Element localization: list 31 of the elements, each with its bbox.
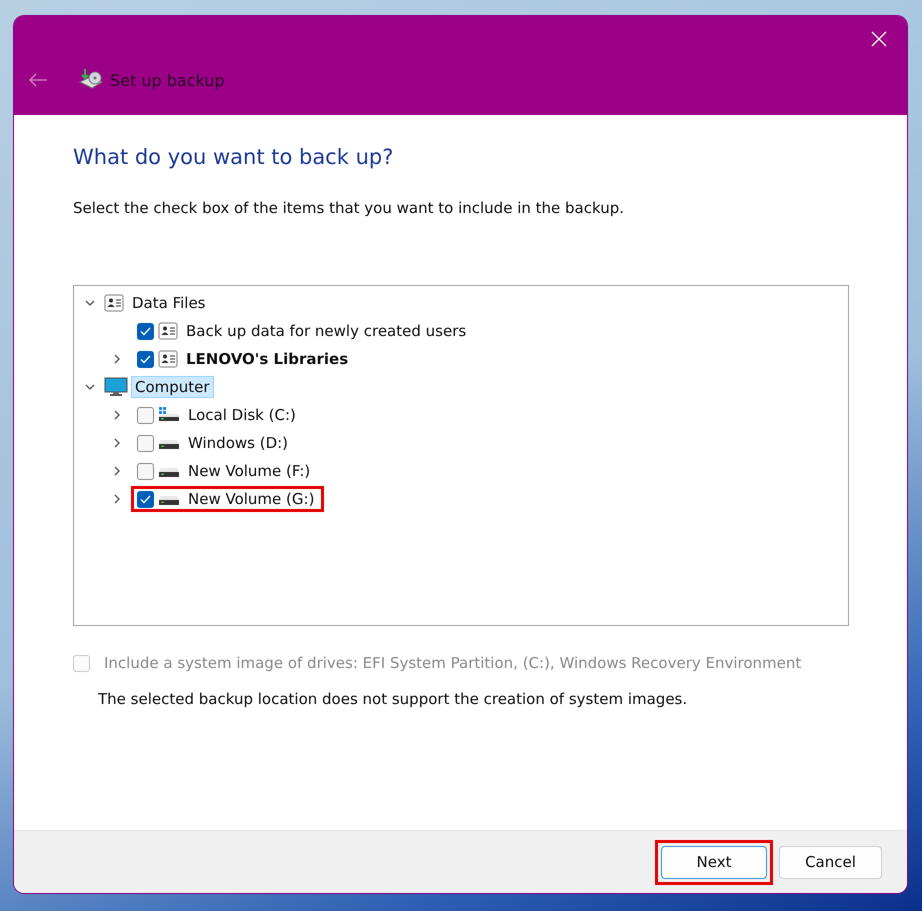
checkbox[interactable] bbox=[137, 462, 154, 480]
note-text: The selected backup location does not support the creation of system images. bbox=[98, 690, 688, 708]
checkbox[interactable] bbox=[137, 434, 154, 452]
monitor-icon bbox=[104, 377, 128, 397]
tree-item-label[interactable]: New Volume (F:) bbox=[184, 460, 314, 482]
drive-icon bbox=[158, 406, 180, 424]
checkbox[interactable] bbox=[137, 406, 154, 424]
user-list-icon bbox=[158, 350, 178, 368]
back-arrow-icon[interactable] bbox=[28, 72, 48, 88]
tree-item-label[interactable]: Local Disk (C:) bbox=[184, 404, 300, 426]
checkbox[interactable] bbox=[137, 350, 154, 368]
window-title: Set up backup bbox=[110, 70, 225, 90]
user-list-icon bbox=[104, 294, 124, 312]
checkbox-label: Include a system image of drives: EFI System Partition, (C:), Windows Recovery Environment bbox=[104, 654, 802, 672]
close-icon[interactable] bbox=[871, 31, 887, 47]
dialog-button[interactable]: Cancel bbox=[779, 846, 882, 878]
checkmark-icon bbox=[140, 326, 151, 336]
checkmark-icon bbox=[140, 354, 151, 364]
page-heading: What do you want to back up? bbox=[73, 145, 394, 169]
tree-item-label[interactable]: LENOVO's Libraries bbox=[182, 348, 352, 370]
instruction-text: Select the check box of the items that you want to include in the backup. bbox=[73, 199, 626, 217]
tree-item-label[interactable]: Back up data for newly created users bbox=[182, 320, 470, 342]
checkbox[interactable] bbox=[137, 490, 154, 508]
tree-item-label[interactable]: Windows (D:) bbox=[184, 432, 292, 454]
tree-item-label[interactable]: New Volume (G:) bbox=[184, 488, 318, 510]
user-list-icon bbox=[158, 322, 178, 340]
checkmark-icon bbox=[140, 494, 151, 504]
checkbox[interactable] bbox=[137, 322, 154, 340]
tree-item-label[interactable]: Data Files bbox=[128, 292, 210, 314]
tree-item-label[interactable]: Computer bbox=[131, 376, 214, 398]
dialog-button[interactable]: Next bbox=[661, 846, 767, 878]
